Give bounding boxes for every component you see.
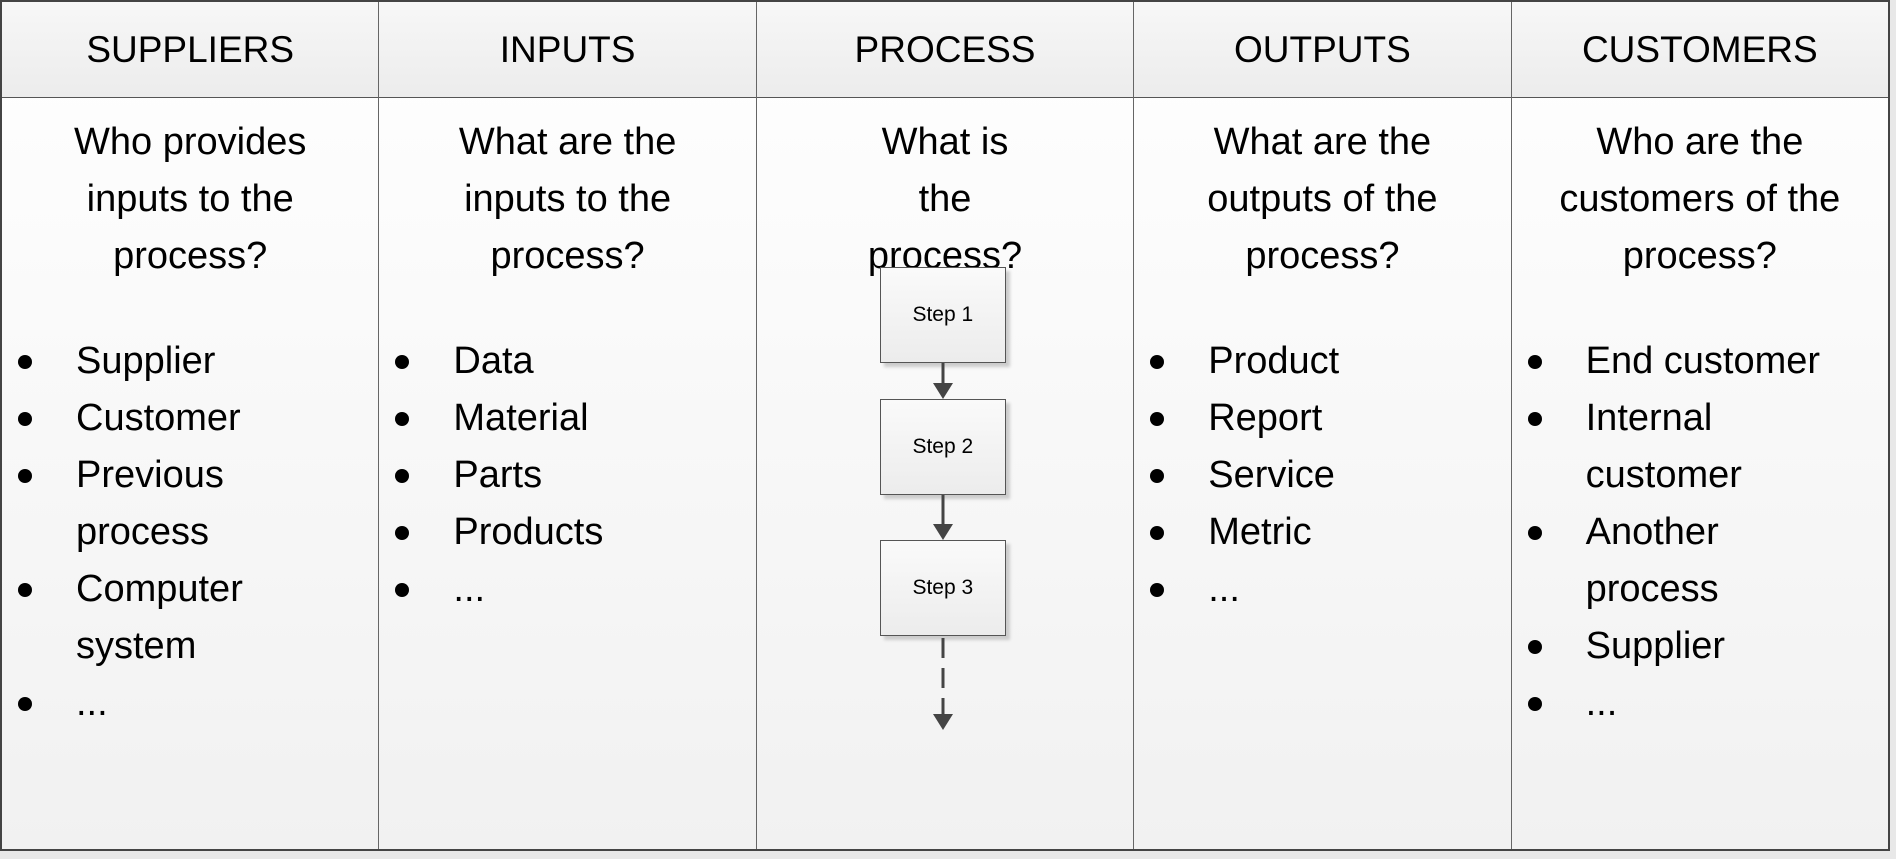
- bullet-icon: [2, 333, 76, 390]
- suppliers-header: SUPPLIERS: [2, 2, 379, 98]
- bullet-icon: [1134, 390, 1208, 447]
- item-text: ...: [1585, 682, 1618, 724]
- arrow-2-head: [932, 524, 953, 540]
- outputs-column: OUTPUTS What are the outputs of the proc…: [1134, 2, 1512, 849]
- bullet-icon: [2, 561, 76, 675]
- bullet-icon: [379, 504, 453, 561]
- bullet-icon: [1134, 504, 1208, 561]
- item-text: ...: [453, 568, 486, 610]
- list-item: Supplier: [1512, 618, 1872, 675]
- item-text: Report: [1208, 397, 1323, 439]
- list-item: ...: [2, 675, 302, 732]
- suppliers-list: Supplier Customer Previous process Compu…: [2, 333, 302, 732]
- item-text: Parts: [453, 454, 543, 496]
- process-column: PROCESS What is the process? Step 1 Step…: [756, 2, 1135, 849]
- list-item: Previous process: [2, 447, 302, 561]
- list-item: ...: [1512, 675, 1872, 732]
- inputs-question: What are the inputs to the process?: [458, 121, 677, 277]
- list-item: ...: [379, 561, 719, 618]
- bullet-icon: [1512, 618, 1586, 675]
- bullet-icon: [1512, 390, 1586, 504]
- list-item: Supplier: [2, 333, 302, 390]
- customers-column: CUSTOMERS Who are the customers of the p…: [1511, 2, 1889, 849]
- item-text: Product: [1208, 340, 1340, 382]
- item-text: Previous process: [76, 454, 224, 553]
- inputs-column: INPUTS What are the inputs to the proces…: [379, 2, 757, 849]
- item-text: Supplier: [1585, 625, 1726, 667]
- bullet-icon: [1512, 504, 1586, 618]
- outputs-list: Product Report Service Metric ...: [1134, 333, 1474, 618]
- item-text: Products: [453, 511, 604, 553]
- bullet-icon: [1512, 333, 1586, 390]
- bullet-icon: [379, 561, 453, 618]
- list-item: Service: [1134, 447, 1474, 504]
- bullet-icon: [1134, 447, 1208, 504]
- list-item: ...: [1134, 561, 1474, 618]
- bullet-icon: [379, 390, 453, 447]
- list-item: Metric: [1134, 504, 1474, 561]
- item-text: Service: [1208, 454, 1335, 496]
- item-text: Another process: [1585, 511, 1719, 610]
- inputs-list: Data Material Parts Products ...: [379, 333, 719, 618]
- dashed-arrow-head: [932, 714, 953, 730]
- bullet-icon: [2, 390, 76, 447]
- list-item: Product: [1134, 333, 1474, 390]
- process-flow: Step 1 Step 2 Step 3: [757, 2, 1133, 849]
- item-text: Customer: [76, 397, 241, 439]
- list-item: Data: [379, 333, 719, 390]
- customers-question: Who are the customers of the process?: [1559, 121, 1841, 277]
- suppliers-column: SUPPLIERS Who provides inputs to the pro…: [2, 2, 380, 849]
- bullet-icon: [1512, 675, 1586, 732]
- item-text: Metric: [1208, 511, 1312, 553]
- outputs-question: What are the outputs of the process?: [1207, 121, 1438, 277]
- bullet-icon: [379, 333, 453, 390]
- list-item: Computer system: [2, 561, 302, 675]
- bullet-icon: [379, 447, 453, 504]
- inputs-header: INPUTS: [379, 2, 756, 98]
- item-text: Computer system: [76, 568, 243, 667]
- bullet-icon: [2, 447, 76, 561]
- item-text: Material: [453, 397, 589, 439]
- arrow-1-head: [932, 383, 953, 399]
- item-text: Supplier: [76, 340, 216, 382]
- list-item: End customer: [1512, 333, 1872, 390]
- list-item: Parts: [379, 447, 719, 504]
- list-item: Material: [379, 390, 719, 447]
- list-item: Report: [1134, 390, 1474, 447]
- list-item: Customer: [2, 390, 302, 447]
- customers-list: End customer Internal customer Another p…: [1512, 333, 1872, 732]
- outputs-header: OUTPUTS: [1134, 2, 1511, 98]
- list-item: Internal customer: [1512, 390, 1872, 504]
- bullet-icon: [1134, 333, 1208, 390]
- item-text: ...: [76, 682, 108, 724]
- list-item: Products: [379, 504, 719, 561]
- item-text: Internal customer: [1585, 397, 1742, 496]
- bullet-icon: [2, 675, 76, 732]
- item-text: ...: [1208, 568, 1240, 610]
- suppliers-question: Who provides inputs to the process?: [74, 121, 307, 277]
- item-text: End customer: [1585, 340, 1821, 382]
- sipoc-table: SUPPLIERS Who provides inputs to the pro…: [0, 0, 1890, 851]
- flow-arrows: [932, 363, 953, 730]
- bullet-icon: [1134, 561, 1208, 618]
- item-text: Data: [453, 340, 534, 382]
- list-item: Another process: [1512, 504, 1872, 618]
- customers-header: CUSTOMERS: [1511, 2, 1889, 98]
